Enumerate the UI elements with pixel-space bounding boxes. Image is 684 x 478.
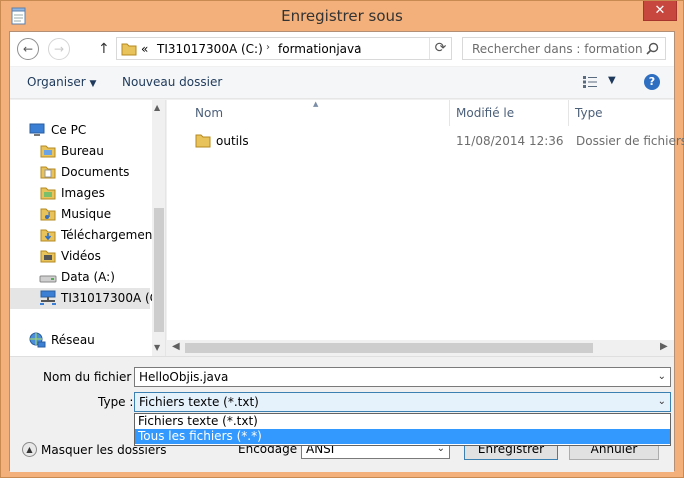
scrollbar-thumb[interactable] — [154, 208, 164, 332]
tree-label: Documents — [61, 165, 130, 179]
file-modified: 11/08/2014 12:36 — [456, 134, 564, 148]
view-options-icon[interactable] — [582, 75, 598, 92]
tree-label: Réseau — [51, 333, 95, 347]
save-dialog-window: Enregistrer sous ✕ ← → ↑ « TI31017300A (… — [0, 0, 684, 478]
tree-item-this-pc[interactable]: Ce PC — [10, 120, 150, 141]
navigation-pane[interactable]: Ce PC Bureau Documents Images Musique Té… — [10, 100, 166, 356]
tree-label: Data (A:) — [61, 270, 115, 284]
scroll-right-icon[interactable]: ▶ — [660, 341, 668, 352]
folder-icon — [40, 248, 56, 267]
breadcrumb-overflow[interactable]: « — [141, 42, 148, 56]
organize-button[interactable]: Organiser ▼ — [27, 75, 96, 89]
organize-label: Organiser — [27, 75, 86, 89]
tree-label: Bureau — [61, 144, 104, 158]
file-list[interactable]: ▲ Nom Modifié le Type outils 11/08/2014 … — [167, 100, 684, 356]
breadcrumb-separator[interactable]: › — [266, 42, 270, 53]
type-label: Type : — [98, 395, 134, 409]
breadcrumb-folder[interactable]: formationjava — [278, 42, 361, 56]
tree-label: TI31017300A (C:) — [61, 291, 166, 305]
up-button[interactable]: ↑ — [98, 41, 110, 57]
breadcrumb-separator[interactable]: › — [357, 42, 361, 53]
tree-item-c-drive[interactable]: TI31017300A (C:) — [10, 288, 165, 309]
tree-item-music[interactable]: Musique — [10, 204, 150, 225]
back-button[interactable]: ← — [17, 38, 39, 60]
download-folder-icon — [40, 227, 56, 246]
network-drive-icon — [39, 290, 57, 309]
search-box[interactable]: Rechercher dans : formationja... — [462, 37, 666, 60]
tree-item-videos[interactable]: Vidéos — [10, 246, 150, 267]
file-row[interactable]: outils 11/08/2014 12:36 Dossier de fichi… — [167, 130, 684, 152]
tree-item-downloads[interactable]: Téléchargements — [10, 225, 163, 246]
breadcrumb-drive[interactable]: TI31017300A (C:) — [157, 42, 263, 56]
search-input[interactable]: Rechercher dans : formationja... — [472, 42, 642, 56]
chevron-down-icon[interactable]: ⌄ — [658, 371, 666, 382]
tree-label: Téléchargements — [61, 228, 164, 242]
file-type-options[interactable]: Fichiers texte (*.txt) Tous les fichiers… — [134, 413, 671, 446]
tree-item-documents[interactable]: Documents — [10, 162, 150, 183]
view-dropdown-icon[interactable]: ▼ — [608, 75, 616, 86]
chevron-down-icon[interactable]: ⌄ — [658, 396, 666, 407]
dialog-client: ← → ↑ « TI31017300A (C:) › formationjava… — [9, 31, 684, 472]
window-title: Enregistrer sous — [281, 7, 403, 25]
file-type-select[interactable]: Fichiers texte (*.txt) ⌄ — [134, 392, 671, 412]
address-bar[interactable]: « TI31017300A (C:) › formationjava › ⟳ — [116, 37, 452, 60]
close-button[interactable]: ✕ — [643, 1, 677, 21]
tree-item-desktop[interactable]: Bureau — [10, 141, 150, 162]
filename-label: Nom du fichier : — [43, 370, 140, 384]
tree-label: Vidéos — [61, 249, 101, 263]
search-icon — [646, 42, 659, 58]
tree-item-data-drive[interactable]: Data (A:) — [10, 267, 150, 288]
folder-icon — [40, 143, 56, 162]
file-type-option-selected[interactable]: Tous les fichiers (*.*) — [135, 429, 670, 444]
collapse-folders-icon[interactable]: ▲ — [22, 442, 37, 457]
new-folder-button[interactable]: Nouveau dossier — [122, 75, 222, 89]
chevron-down-icon: ▼ — [89, 79, 97, 89]
scroll-left-icon[interactable]: ◀ — [172, 341, 180, 352]
scroll-down-icon[interactable]: ▼ — [154, 343, 160, 352]
tree-item-network[interactable]: Réseau — [10, 330, 150, 351]
help-icon[interactable]: ? — [644, 74, 660, 90]
scrollbar-thumb[interactable] — [185, 343, 593, 353]
tree-label: Musique — [61, 207, 112, 221]
filename-value: HelloObjis.java — [139, 370, 229, 384]
folder-icon — [40, 164, 56, 183]
scroll-up-icon[interactable]: ▲ — [154, 103, 160, 112]
network-icon — [28, 332, 46, 351]
filename-input[interactable]: HelloObjis.java ⌄ — [134, 367, 671, 387]
forward-button[interactable]: → — [48, 38, 70, 60]
folder-icon — [195, 133, 211, 151]
refresh-button[interactable]: ⟳ — [429, 38, 451, 59]
folder-icon — [121, 42, 137, 59]
file-type-value: Fichiers texte (*.txt) — [139, 395, 259, 409]
tree-label: Ce PC — [51, 123, 87, 137]
command-bar: Organiser ▼ Nouveau dossier ▼ ? — [10, 67, 674, 99]
column-header-modified[interactable]: Modifié le — [450, 100, 568, 126]
navigation-bar: ← → ↑ « TI31017300A (C:) › formationjava… — [10, 32, 674, 66]
file-name: outils — [216, 134, 249, 148]
folder-icon — [40, 206, 56, 225]
navigation-scrollbar[interactable]: ▲ ▼ — [152, 100, 165, 356]
column-header-name[interactable]: Nom — [189, 100, 449, 126]
file-type: Dossier de fichiers — [576, 134, 684, 148]
title-bar[interactable]: Enregistrer sous ✕ — [1, 1, 683, 31]
file-type-option[interactable]: Fichiers texte (*.txt) — [135, 414, 670, 429]
tree-label: Images — [61, 186, 105, 200]
column-header-type[interactable]: Type — [569, 100, 674, 126]
horizontal-scrollbar[interactable]: ◀ ▶ — [167, 340, 674, 356]
drive-icon — [39, 269, 57, 288]
computer-icon — [28, 122, 46, 141]
folder-icon — [40, 185, 56, 204]
tree-item-images[interactable]: Images — [10, 183, 150, 204]
